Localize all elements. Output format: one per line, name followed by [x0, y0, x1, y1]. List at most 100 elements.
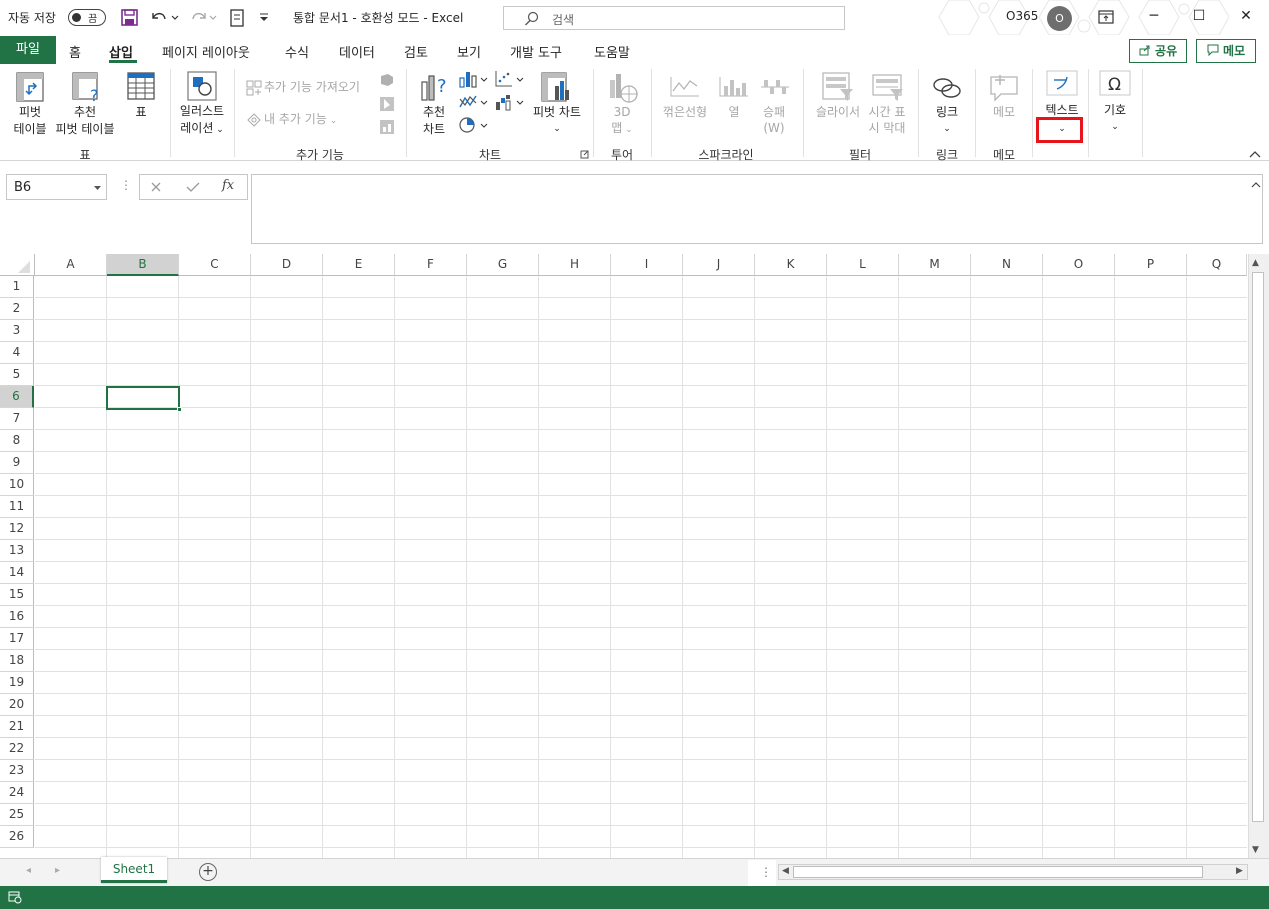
- row-header-24[interactable]: 24: [0, 782, 34, 804]
- recommended-pivot-label[interactable]: 추천 피벗 테이블: [52, 104, 118, 138]
- share-button[interactable]: 공유: [1129, 39, 1187, 63]
- redo-icon[interactable]: [189, 9, 219, 26]
- formula-input[interactable]: [251, 174, 1263, 244]
- column-header-g[interactable]: G: [467, 254, 539, 276]
- select-all-corner[interactable]: [0, 254, 35, 276]
- tab-developer[interactable]: 개발 도구: [510, 42, 562, 61]
- column-header-f[interactable]: F: [395, 254, 467, 276]
- new-comment-label[interactable]: 메모: [988, 104, 1020, 121]
- illustrations-icon[interactable]: [187, 71, 217, 101]
- symbol-icon[interactable]: Ω: [1099, 70, 1131, 96]
- column-header-h[interactable]: H: [539, 254, 611, 276]
- row-header-15[interactable]: 15: [0, 584, 34, 606]
- sparkline-winloss-label[interactable]: 승패 (W): [758, 104, 790, 136]
- formula-splitter-icon[interactable]: ⋮: [120, 178, 132, 192]
- recommended-charts-label[interactable]: 추천 차트: [418, 104, 450, 138]
- cancel-icon[interactable]: [150, 181, 162, 193]
- text-icon[interactable]: [1046, 70, 1078, 96]
- row-header-10[interactable]: 10: [0, 474, 34, 496]
- pivot-chart-icon[interactable]: [541, 72, 573, 104]
- row-header-11[interactable]: 11: [0, 496, 34, 518]
- column-header-c[interactable]: C: [179, 254, 251, 276]
- symbol-label[interactable]: 기호 ⌄: [1099, 102, 1131, 136]
- timeline-label[interactable]: 시간 표시 막대: [864, 104, 910, 136]
- sparkline-column-icon[interactable]: [719, 74, 749, 100]
- row-header-3[interactable]: 3: [0, 320, 34, 342]
- row-header-16[interactable]: 16: [0, 606, 34, 628]
- row-header-9[interactable]: 9: [0, 452, 34, 474]
- row-header-18[interactable]: 18: [0, 650, 34, 672]
- row-header-20[interactable]: 20: [0, 694, 34, 716]
- avatar[interactable]: O: [1047, 6, 1072, 31]
- row-header-6[interactable]: 6: [0, 386, 34, 408]
- slicer-icon[interactable]: [822, 72, 854, 102]
- timeline-icon[interactable]: [872, 74, 904, 102]
- fill-handle[interactable]: [177, 407, 182, 412]
- row-header-19[interactable]: 19: [0, 672, 34, 694]
- pivot-table-icon[interactable]: [16, 72, 44, 102]
- table-label[interactable]: 표: [126, 104, 156, 121]
- tab-insert[interactable]: 삽입: [109, 42, 133, 61]
- row-header-7[interactable]: 7: [0, 408, 34, 430]
- row-header-14[interactable]: 14: [0, 562, 34, 584]
- tab-help[interactable]: 도움말: [594, 42, 630, 61]
- link-label[interactable]: 링크 ⌄: [931, 104, 963, 138]
- column-header-a[interactable]: A: [35, 254, 107, 276]
- autosave-toggle[interactable]: 끔: [68, 9, 106, 26]
- column-header-k[interactable]: K: [755, 254, 827, 276]
- row-header-1[interactable]: 1: [0, 276, 34, 298]
- name-box[interactable]: B6: [6, 174, 107, 200]
- tab-review[interactable]: 검토: [404, 42, 428, 61]
- save-icon[interactable]: [121, 9, 138, 26]
- bing-maps-icon[interactable]: [379, 96, 395, 112]
- row-header-13[interactable]: 13: [0, 540, 34, 562]
- tab-formulas[interactable]: 수식: [285, 42, 309, 61]
- row-header-12[interactable]: 12: [0, 518, 34, 540]
- macro-recording-icon[interactable]: [8, 891, 22, 904]
- recommended-charts-icon[interactable]: ?: [420, 72, 450, 102]
- sheet-next-icon[interactable]: ▸: [55, 865, 60, 876]
- scroll-left-icon[interactable]: ◀: [782, 866, 789, 876]
- sparkline-line-label[interactable]: 꺾은선형: [660, 104, 710, 121]
- ribbon-display-icon[interactable]: [1098, 10, 1114, 24]
- comments-button[interactable]: 메모: [1196, 39, 1256, 63]
- tab-page-layout[interactable]: 페이지 레이아웃: [162, 42, 250, 61]
- visio-icon[interactable]: [379, 72, 395, 88]
- customize-qat-icon[interactable]: [258, 12, 270, 24]
- search-input[interactable]: 검색: [503, 6, 845, 30]
- people-graph-icon[interactable]: [379, 119, 395, 135]
- column-header-n[interactable]: N: [971, 254, 1043, 276]
- row-header-2[interactable]: 2: [0, 298, 34, 320]
- 3d-map-label[interactable]: 3D 맵 ⌄: [606, 104, 638, 138]
- row-header-8[interactable]: 8: [0, 430, 34, 452]
- tab-file[interactable]: 파일: [0, 36, 56, 64]
- column-header-d[interactable]: D: [251, 254, 323, 276]
- dialog-launcher-icon[interactable]: [580, 150, 589, 159]
- scroll-down-icon[interactable]: ▼: [1252, 845, 1259, 855]
- maximize-button[interactable]: ☐: [1189, 8, 1209, 26]
- name-box-dropdown-icon[interactable]: [93, 185, 102, 191]
- sparkline-line-icon[interactable]: [670, 74, 700, 100]
- column-header-o[interactable]: O: [1043, 254, 1115, 276]
- account-name[interactable]: O365: [1006, 9, 1038, 23]
- row-header-22[interactable]: 22: [0, 738, 34, 760]
- pivot-chart-label[interactable]: 피벗 차트 ⌄: [528, 104, 586, 138]
- column-header-p[interactable]: P: [1115, 254, 1187, 276]
- sparkline-column-label[interactable]: 열: [722, 104, 746, 121]
- add-sheet-button[interactable]: +: [199, 863, 217, 881]
- tab-home[interactable]: 홈: [69, 42, 81, 61]
- new-comment-icon[interactable]: [988, 72, 1020, 102]
- active-cell-b6[interactable]: [106, 386, 182, 412]
- form-icon[interactable]: [229, 9, 245, 27]
- illustrations-label[interactable]: 일러스트 레이션 ⌄: [176, 103, 228, 139]
- scatter-chart-icon[interactable]: [494, 70, 524, 88]
- horizontal-scroll-thumb[interactable]: [793, 866, 1203, 878]
- scroll-right-icon[interactable]: ▶: [1236, 866, 1243, 876]
- tab-splitter-icon[interactable]: ⋮: [760, 865, 772, 879]
- column-header-b[interactable]: B: [107, 254, 179, 276]
- cell-area[interactable]: [35, 276, 1247, 858]
- row-header-4[interactable]: 4: [0, 342, 34, 364]
- column-header-q[interactable]: Q: [1187, 254, 1247, 276]
- undo-icon[interactable]: [149, 9, 179, 26]
- my-addins-label[interactable]: 내 추가 기능 ⌄: [264, 111, 337, 130]
